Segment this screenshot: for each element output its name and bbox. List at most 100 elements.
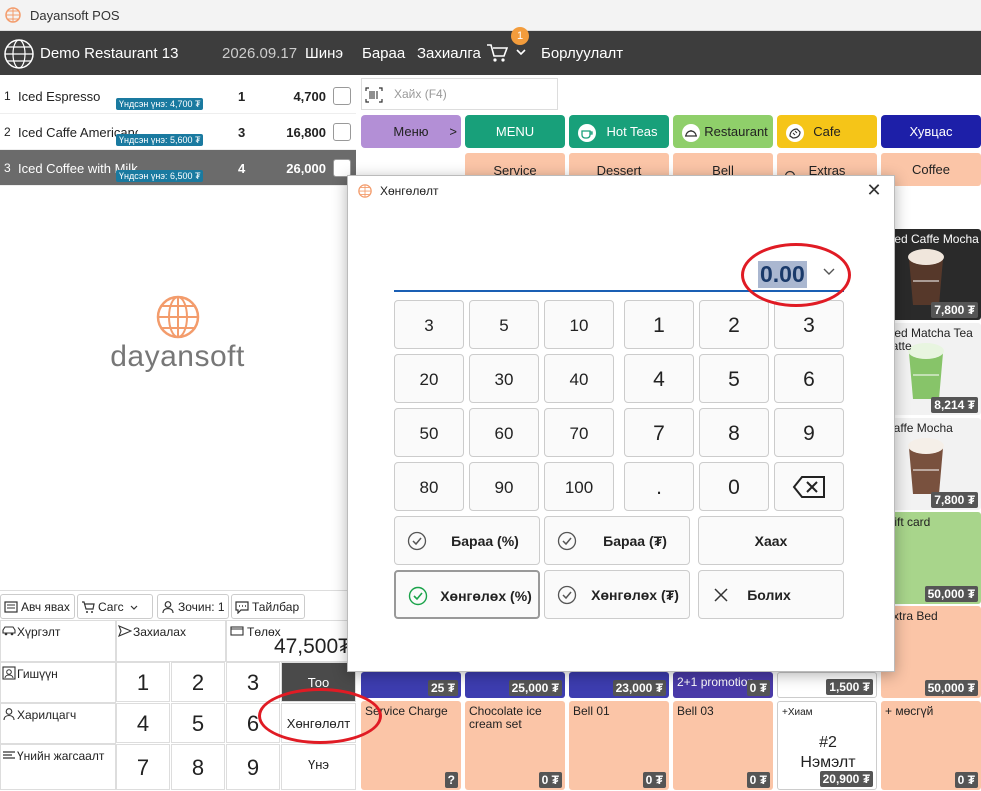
product-tile[interactable]: Iced Matcha Tea Latte 8,214 ₮ <box>881 323 981 415</box>
discount-percent-option[interactable]: Хөнгөлөх (%) <box>394 570 540 619</box>
product-tile[interactable]: Caffe Mocha 7,800 ₮ <box>881 418 981 510</box>
note-button[interactable]: Тайлбар <box>231 594 305 619</box>
order-line[interactable]: 1 Iced Espresso Үндсэн үнэ: 4,700 ₮ 1 4,700 <box>0 78 356 114</box>
numpad-key[interactable]: 4 <box>624 354 694 403</box>
numpad-key[interactable]: 3 <box>774 300 844 349</box>
product-name: Bell 01 <box>573 704 610 718</box>
product-name: Caffe Mocha <box>885 421 953 435</box>
quick-discount-key[interactable]: 40 <box>544 354 614 403</box>
basket-label: Сагс <box>98 600 124 614</box>
quick-discount-key[interactable]: 20 <box>394 354 464 403</box>
nav-items[interactable]: Бараа <box>362 45 405 62</box>
place-order-button[interactable]: Захиалах <box>116 620 226 662</box>
quick-discount-key[interactable]: 90 <box>469 462 539 511</box>
category-button[interactable]: Хувцас <box>881 115 981 148</box>
close-icon[interactable]: ✕ <box>864 180 884 200</box>
item-amount-label: Бараа (₮) <box>603 533 667 549</box>
numpad-key[interactable]: 6 <box>774 354 844 403</box>
product-tile[interactable]: +Хиам 20,900 ₮ #2 Нэмэлт <box>777 701 877 790</box>
takeaway-button[interactable]: Авч явах <box>0 594 75 619</box>
order-line-checkbox[interactable] <box>333 123 351 141</box>
quick-discount-key[interactable]: 50 <box>394 408 464 457</box>
search-box[interactable]: Хайх (F4) <box>361 78 558 110</box>
category-button[interactable]: Hot Teas <box>569 115 669 148</box>
quick-discount-key[interactable]: 80 <box>394 462 464 511</box>
order-line[interactable]: 2 Iced Caffe Americano Үндсэн үнэ: 5,600 ₮… <box>0 114 356 150</box>
keypad-key[interactable]: 4 <box>116 703 170 743</box>
numpad-key[interactable]: 2 <box>699 300 769 349</box>
category-button[interactable]: Cafe <box>777 115 877 148</box>
product-tile[interactable]: Iced Caffe Mocha 7,800 ₮ <box>881 229 981 320</box>
globe-icon[interactable] <box>3 38 35 70</box>
quick-discount-key[interactable]: 3 <box>394 300 464 349</box>
quick-discount-key[interactable]: 100 <box>544 462 614 511</box>
backspace-key[interactable] <box>774 462 844 511</box>
keypad-key[interactable]: 1 <box>116 662 170 702</box>
product-tile[interactable]: + мөсгүй 0 ₮ <box>881 701 981 790</box>
order-line[interactable]: 3 Iced Coffee with Milk Үндсэн үнэ: 6,500 … <box>0 150 356 186</box>
product-tile[interactable]: 23,000 ₮ <box>569 672 669 698</box>
discount-amount-option[interactable]: Хөнгөлөх (₮) <box>544 570 690 619</box>
product-tile[interactable]: Gift card 50,000 ₮ <box>881 512 981 604</box>
numpad-key[interactable]: 9 <box>774 408 844 457</box>
item-percent-option[interactable]: Бараа (%) <box>394 516 540 565</box>
chevron-down-icon[interactable] <box>516 49 526 57</box>
numpad-key[interactable]: . <box>624 462 694 511</box>
dialog-title: Хөнгөлөлт <box>380 184 439 198</box>
customer-button[interactable]: Харилцагч <box>0 703 116 744</box>
keypad-key[interactable]: 2 <box>171 662 225 702</box>
quick-discount-key[interactable]: 5 <box>469 300 539 349</box>
product-tile[interactable]: Chocolate ice cream set 0 ₮ <box>465 701 565 790</box>
keypad-key[interactable]: 8 <box>171 744 225 790</box>
keypad-key[interactable]: 3 <box>226 662 280 702</box>
category-button[interactable]: MENU <box>465 115 565 148</box>
member-icon <box>2 666 16 680</box>
category-arrow: > <box>449 124 457 139</box>
basket-button[interactable]: Сагс <box>77 594 153 619</box>
item-amount-option[interactable]: Бараа (₮) <box>544 516 690 565</box>
cart-icon[interactable] <box>486 43 508 63</box>
quick-discount-key[interactable]: 60 <box>469 408 539 457</box>
product-tile[interactable]: Bell 01 0 ₮ <box>569 701 669 790</box>
product-tile[interactable]: 2+1 promotion 0 ₮ <box>673 672 773 698</box>
product-price: 0 ₮ <box>954 772 978 788</box>
price-list-button[interactable]: Үнийн жагсаалт <box>0 744 116 790</box>
dialog-close-button[interactable]: Хаах <box>698 516 844 565</box>
nav-sales[interactable]: Борлуулалт <box>541 45 623 62</box>
keypad-key[interactable]: 9 <box>226 744 280 790</box>
product-tile[interactable]: Bell 03 0 ₮ <box>673 701 773 790</box>
numpad-key[interactable]: 5 <box>699 354 769 403</box>
member-button[interactable]: Гишүүн <box>0 662 116 703</box>
numpad-key[interactable]: 1 <box>624 300 694 349</box>
category-label: Хувцас <box>909 124 953 139</box>
order-action-bar: Авч явах Сагс Зочин: 1 Тайлбар <box>0 590 356 620</box>
delivery-button[interactable]: Хүргэлт <box>0 620 116 662</box>
product-tile[interactable]: 1,500 ₮ <box>777 672 877 698</box>
numpad-key[interactable]: 8 <box>699 408 769 457</box>
subcategory-button[interactable]: Coffee <box>881 153 981 186</box>
quick-discount-key[interactable]: 70 <box>544 408 614 457</box>
numpad-key[interactable]: 7 <box>624 408 694 457</box>
guest-count-button[interactable]: Зочин: 1 <box>157 594 229 619</box>
product-price: 50,000 ₮ <box>924 586 978 602</box>
cloche-icon <box>681 122 701 142</box>
product-tile[interactable]: Extra Bed 50,000 ₮ <box>881 606 981 698</box>
cancel-button[interactable]: Болих <box>698 570 844 619</box>
category-button[interactable]: Меню > <box>361 115 461 148</box>
order-line-checkbox[interactable] <box>333 87 351 105</box>
product-price: 23,000 ₮ <box>612 680 666 696</box>
product-tile[interactable]: 25,000 ₮ <box>465 672 565 698</box>
category-button[interactable]: Restaurant <box>673 115 773 148</box>
restaurant-name[interactable]: Demo Restaurant 13 <box>40 45 178 62</box>
keypad-key[interactable]: 5 <box>171 703 225 743</box>
nav-orders[interactable]: Захиалга <box>417 45 481 62</box>
numpad-key[interactable]: 0 <box>699 462 769 511</box>
product-tile[interactable]: 25 ₮ <box>361 672 461 698</box>
price-button[interactable]: Үнэ <box>281 744 356 790</box>
quick-discount-key[interactable]: 30 <box>469 354 539 403</box>
quick-discount-key[interactable]: 10 <box>544 300 614 349</box>
nav-new[interactable]: Шинэ <box>305 45 343 62</box>
price-list-label: Үнийн жагсаалт <box>17 749 105 763</box>
keypad-key[interactable]: 7 <box>116 744 170 790</box>
check-circle-icon <box>408 586 428 606</box>
